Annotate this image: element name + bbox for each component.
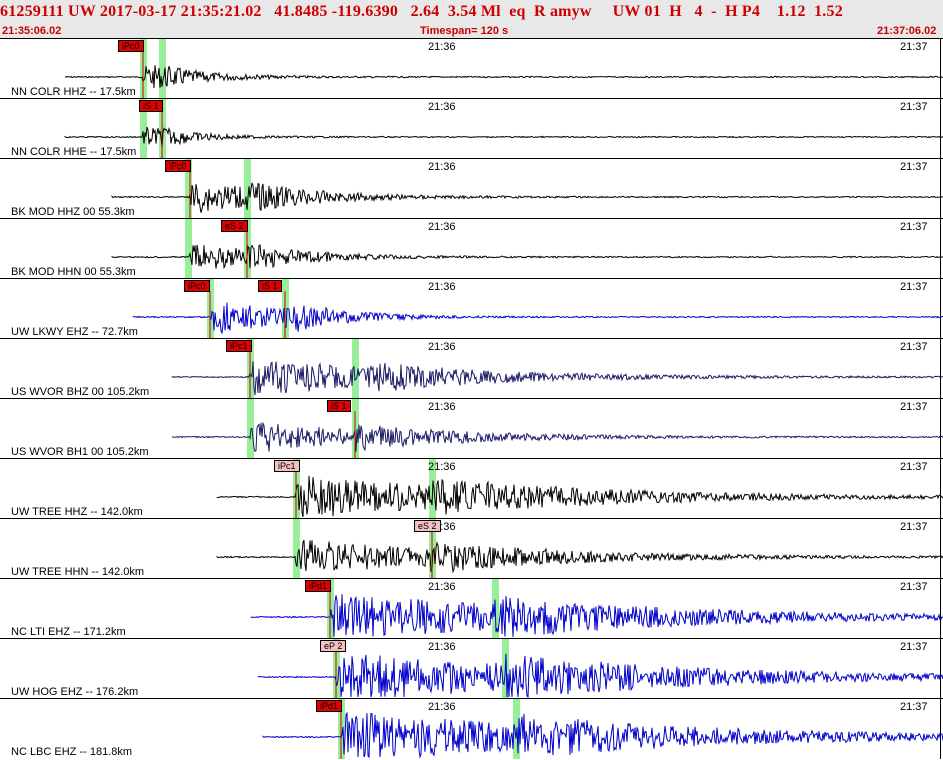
time-tick-label: 21:36 (428, 101, 456, 113)
trace-panel[interactable]: 21:36 21:37 iPc0 iS 1 UW LKWY EHZ -- 72.7km (0, 278, 943, 339)
time-tick-label: 21:37 (900, 701, 928, 713)
time-tick-label: 21:36 (428, 221, 456, 233)
time-tick-label: 21:36 (428, 161, 456, 173)
time-tick-label: 21:37 (900, 41, 928, 53)
station-label: NC LBC EHZ -- 181.8km (11, 746, 133, 758)
phase-pick-flag[interactable]: iS 1 (139, 100, 163, 112)
panel-border (940, 699, 941, 759)
phase-pick-flag[interactable]: iPd1 (316, 700, 343, 712)
trace-panel[interactable]: 21:36 21:37 iPc1 US WVOR BHZ 00 105.2km (0, 338, 943, 399)
time-tick-label: 21:37 (900, 521, 928, 533)
panel-border (940, 159, 941, 219)
end-time: 21:37:06.02 (877, 25, 937, 37)
time-tick-label: 21:37 (900, 101, 928, 113)
waveform-trace (171, 421, 943, 453)
station-label: NC LTI EHZ -- 171.2km (11, 626, 126, 638)
time-tick-label: 21:36 (428, 401, 456, 413)
time-tick-label: 21:36 (428, 281, 456, 293)
station-label: US WVOR BHZ 00 105.2km (11, 386, 150, 398)
phase-pick-flag[interactable]: iPc0 (184, 280, 210, 292)
time-tick-label: 21:37 (900, 461, 928, 473)
phase-pick-flag[interactable]: eS 2 (221, 220, 248, 232)
station-label: BK MOD HHZ 00 55.3km (11, 206, 135, 218)
trace-panel[interactable]: 21:36 21:37 iS 1 US WVOR BH1 00 105.2km (0, 398, 943, 459)
panel-border (940, 639, 941, 699)
time-tick-label: 21:37 (900, 341, 928, 353)
panel-border (940, 99, 941, 159)
seismogram-panels: 21:36 21:37 iPc0 NN COLR HHZ -- 17.5km 21:36… (0, 38, 943, 760)
event-summary: 61259111 UW 2017-03-17 21:35:21.02 41.84… (0, 3, 843, 20)
trace-panel[interactable]: 21:36 21:37 iPd1 NC LTI EHZ -- 171.2km (0, 578, 943, 639)
panel-border (940, 339, 941, 399)
station-label: NN COLR HHZ -- 17.5km (11, 86, 136, 98)
panel-border (940, 519, 941, 579)
arrival-marker (244, 159, 251, 219)
phase-pick-flag[interactable]: eS 2 (414, 520, 441, 532)
phase-pick-flag[interactable]: iPc0 (118, 40, 144, 52)
time-tick-label: 21:37 (900, 641, 928, 653)
waveform-trace (64, 126, 943, 148)
trace-panel[interactable]: 21:36 21:37 iPd1 NC LBC EHZ -- 181.8km (0, 698, 943, 759)
panel-border (940, 459, 941, 519)
waveform-plot (132, 279, 943, 339)
station-label: US WVOR BH1 00 105.2km (11, 446, 149, 458)
phase-pick-flag[interactable]: iPc0 (165, 160, 191, 172)
waveform-trace (257, 653, 943, 699)
time-tick-label: 21:37 (900, 281, 928, 293)
waveform-plot (262, 699, 943, 759)
phase-pick-flag[interactable]: eP 2 (320, 640, 347, 652)
arrival-marker (293, 519, 300, 579)
waveform-plot (250, 579, 943, 639)
waveform-trace (64, 65, 943, 89)
time-tick-label: 21:36 (428, 701, 456, 713)
waveform-trace (111, 182, 943, 213)
waveform-trace (262, 711, 943, 759)
trace-panel[interactable]: 21:36 21:37 iPc1 UW TREE HHZ -- 142.0km (0, 458, 943, 519)
arrival-marker (185, 219, 192, 279)
time-tick-label: 21:37 (900, 581, 928, 593)
time-tick-label: 21:37 (900, 161, 928, 173)
start-time: 21:35:06.02 (2, 25, 62, 37)
waveform-trace (171, 361, 943, 396)
waveform-trace (216, 475, 943, 518)
station-label: NN COLR HHE -- 17.5km (11, 146, 137, 158)
phase-pick-flag[interactable]: iS 1 (258, 280, 282, 292)
waveform-trace (216, 539, 943, 574)
station-label: BK MOD HHN 00 55.3km (11, 266, 136, 278)
trace-panel[interactable]: 21:36 21:37 eS 2 BK MOD HHN 00 55.3km (0, 218, 943, 279)
phase-pick-flag[interactable]: iS 1 (327, 400, 351, 412)
panel-border (940, 579, 941, 639)
phase-pick-flag[interactable]: iPc1 (274, 460, 300, 472)
waveform-trace (250, 594, 943, 638)
waveform-plot (257, 639, 943, 699)
time-tick-label: 21:36 (428, 581, 456, 593)
waveform-trace (111, 244, 943, 270)
panel-border (940, 279, 941, 339)
timespan-label: Timespan= 120 s (420, 25, 509, 37)
panel-border (940, 219, 941, 279)
trace-panel[interactable]: 21:36 21:37 iPc0 BK MOD HHZ 00 55.3km (0, 158, 943, 219)
trace-panel[interactable]: 21:36 21:37 eS 2 UW TREE HHN -- 142.0km (0, 518, 943, 579)
time-tick-label: 21:36 (428, 641, 456, 653)
panel-border (940, 399, 941, 459)
waveform-trace (132, 302, 943, 334)
time-tick-label: 21:36 (428, 461, 456, 473)
station-label: UW LKWY EHZ -- 72.7km (11, 326, 138, 338)
phase-pick-flag[interactable]: iPc1 (226, 340, 252, 352)
time-tick-label: 21:37 (900, 221, 928, 233)
time-tick-label: 21:36 (428, 341, 456, 353)
waveform-plot (111, 159, 943, 219)
time-tick-label: 21:37 (900, 401, 928, 413)
trace-panel[interactable]: 21:36 21:37 iPc0 NN COLR HHZ -- 17.5km (0, 38, 943, 99)
waveform-plot (111, 219, 943, 279)
trace-panel[interactable]: 21:36 21:37 eP 2 UW HOG EHZ -- 176.2km (0, 638, 943, 699)
time-tick-label: 21:36 (428, 41, 456, 53)
station-label: UW TREE HHZ -- 142.0km (11, 506, 143, 518)
trace-panel[interactable]: 21:36 21:37 iS 1 NN COLR HHE -- 17.5km (0, 98, 943, 159)
station-label: UW TREE HHN -- 142.0km (11, 566, 145, 578)
event-header: 61259111 UW 2017-03-17 21:35:21.02 41.84… (0, 0, 943, 38)
phase-pick-flag[interactable]: iPd1 (305, 580, 332, 592)
station-label: UW HOG EHZ -- 176.2km (11, 686, 139, 698)
panel-border (940, 39, 941, 99)
